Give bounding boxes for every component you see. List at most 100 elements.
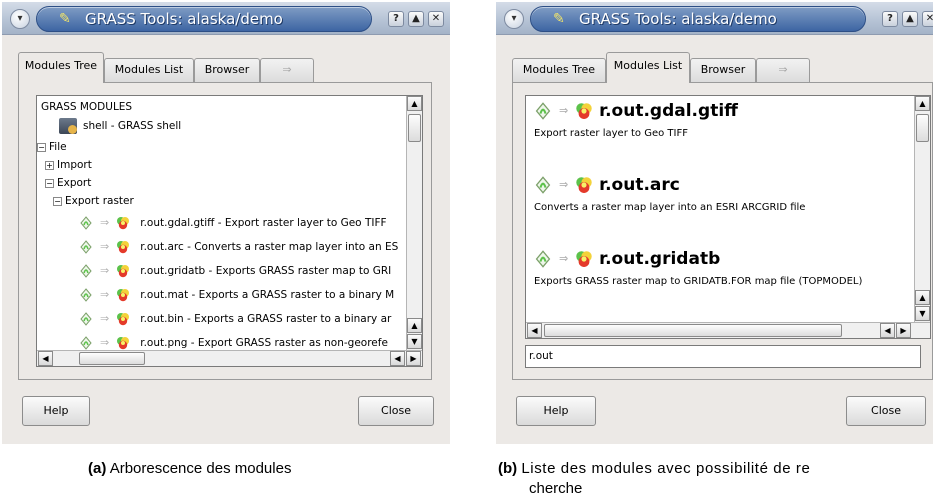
module-description: Exports GRASS raster map to GRIDATB.FOR … [534, 276, 863, 287]
tree-item-export-raster[interactable]: − Export raster [53, 192, 134, 210]
scroll-down-button[interactable]: ▼ [915, 306, 930, 321]
caption-b-continued: cherche [529, 480, 583, 497]
module-name-text: r.out.gdal.gtiff [599, 101, 738, 121]
tree-module-item[interactable]: ⇒ r.out.gridatb - Exports GRASS raster ma… [79, 262, 391, 280]
modules-list-pane: ⇒ r.out.gdal.gtiff Export raster layer to… [512, 82, 933, 380]
module-description: Export raster layer to Geo TIFF [534, 128, 688, 139]
title-pill: ✎ GRASS Tools: alaska/demo [36, 6, 372, 32]
scroll-down-button[interactable]: ▼ [407, 334, 422, 349]
caption-label: (a) [88, 460, 107, 477]
modules-tree-pane: GRASS MODULES shell - GRASS shell − File … [18, 82, 432, 380]
module-list-entry[interactable]: ⇒ r.out.gdal.gtiff Export raster layer to… [534, 98, 894, 158]
scroll-thumb[interactable] [544, 324, 842, 337]
tree-module-item[interactable]: ⇒ r.out.arc - Converts a raster map layer… [79, 238, 398, 256]
horizontal-scrollbar[interactable]: ◀ ◀ ▶ [37, 350, 422, 366]
caption-label: (b) [498, 460, 518, 477]
tree-module-label: r.out.gridatb - Exports GRASS raster map… [140, 265, 392, 277]
scroll-thumb[interactable] [916, 114, 929, 142]
horizontal-scrollbar[interactable]: ◀ ◀ ▶ [526, 322, 930, 338]
tab-browser[interactable]: Browser [194, 58, 260, 82]
module-list-entry[interactable]: ⇒ r.out.arc Converts a raster map layer i… [534, 172, 894, 232]
scroll-left-button-right[interactable]: ◀ [880, 323, 895, 338]
tree-module-label: r.out.arc - Converts a raster map layer … [140, 241, 399, 253]
window-menu-button[interactable]: ▾ [10, 9, 30, 29]
help-titlebar-button[interactable]: ? [388, 11, 404, 27]
grass-module-icon [79, 336, 93, 350]
arrow-icon: ⇒ [100, 288, 110, 301]
caption-a: (a) Arborescence des modules [88, 460, 291, 477]
caption-text: Arborescence des modules [109, 460, 292, 477]
raster-icon [116, 289, 130, 302]
modules-list[interactable]: ⇒ r.out.gdal.gtiff Export raster layer to… [525, 95, 931, 339]
tab-modules-list[interactable]: Modules List [606, 52, 690, 83]
caption-b: (b) Liste des modules avec possibilité d… [498, 460, 933, 477]
close-window-button[interactable]: ✕ [428, 11, 444, 27]
help-titlebar-button[interactable]: ? [882, 11, 898, 27]
tree-item-shell[interactable]: shell - GRASS shell [59, 117, 181, 135]
scroll-right-button[interactable]: ▶ [896, 323, 911, 338]
arrow-icon: ⇒ [100, 312, 110, 325]
raster-icon [116, 265, 130, 278]
arrow-icon: ⇒ [100, 264, 110, 277]
help-button[interactable]: Help [516, 396, 596, 426]
grass-module-icon [79, 240, 93, 254]
tab-browser[interactable]: Browser [690, 58, 756, 82]
vertical-scrollbar[interactable]: ▲ ▲ ▼ [406, 96, 422, 350]
window-title: GRASS Tools: alaska/demo [85, 10, 283, 28]
raster-icon [575, 101, 593, 121]
tab-arrow[interactable]: ⇒ [260, 58, 314, 82]
maximize-button[interactable]: ▲ [408, 11, 424, 27]
vertical-scrollbar[interactable]: ▲ ▲ ▼ [914, 96, 930, 322]
window-menu-button[interactable]: ▾ [504, 9, 524, 29]
tree-item-import[interactable]: + Import [45, 156, 92, 174]
scroll-up-button[interactable]: ▲ [915, 96, 930, 111]
arrow-icon: ⇒ [559, 252, 569, 265]
collapse-icon[interactable]: − [53, 196, 62, 206]
scroll-left-button[interactable]: ◀ [527, 323, 542, 338]
expand-icon[interactable]: + [45, 160, 54, 170]
tab-arrow[interactable]: ⇒ [756, 58, 810, 82]
help-button[interactable]: Help [22, 396, 90, 426]
tree-item-label: shell - GRASS shell [83, 120, 182, 132]
grass-module-icon [534, 175, 552, 195]
scroll-left-button[interactable]: ◀ [38, 351, 53, 366]
collapse-icon[interactable]: − [37, 142, 46, 152]
tree-module-item[interactable]: ⇒ r.out.gdal.gtiff - Export raster layer … [79, 214, 387, 232]
module-name: ⇒ r.out.arc [534, 172, 680, 198]
tree-root: GRASS MODULES [41, 101, 133, 113]
arrow-icon: ⇒ [100, 240, 110, 253]
raster-icon [116, 313, 130, 326]
arrow-icon: ⇒ [559, 104, 569, 117]
scroll-up-button-lower[interactable]: ▲ [407, 318, 422, 333]
close-button[interactable]: Close [358, 396, 434, 426]
tab-modules-tree[interactable]: Modules Tree [512, 58, 606, 82]
scroll-left-button-right[interactable]: ◀ [390, 351, 405, 366]
close-window-button[interactable]: ✕ [922, 11, 933, 27]
scroll-up-button[interactable]: ▲ [407, 96, 422, 111]
tree-module-item[interactable]: ⇒ r.out.bin - Exports a GRASS raster to a… [79, 310, 391, 328]
scroll-up-button-lower[interactable]: ▲ [915, 290, 930, 305]
tree-item-label: Export [57, 177, 92, 189]
tree-item-file[interactable]: − File [37, 138, 67, 156]
module-filter-input[interactable]: r.out [525, 345, 921, 368]
raster-icon [575, 249, 593, 269]
close-button[interactable]: Close [846, 396, 926, 426]
tab-modules-list[interactable]: Modules List [104, 58, 194, 82]
grass-module-icon [79, 288, 93, 302]
tree-item-label: File [49, 141, 67, 153]
scroll-right-button[interactable]: ▶ [406, 351, 421, 366]
grass-module-icon [534, 101, 552, 121]
tree-module-label: r.out.png - Export GRASS raster as non-g… [140, 337, 388, 349]
scroll-thumb[interactable] [408, 114, 421, 142]
collapse-icon[interactable]: − [45, 178, 54, 188]
tree-item-label: Import [57, 159, 92, 171]
scroll-thumb[interactable] [79, 352, 145, 365]
raster-icon [116, 217, 130, 230]
tree-module-item[interactable]: ⇒ r.out.mat - Exports a GRASS raster to a… [79, 286, 394, 304]
window-title: GRASS Tools: alaska/demo [579, 10, 777, 28]
tab-modules-tree[interactable]: Modules Tree [18, 52, 104, 83]
module-list-entry[interactable]: ⇒ r.out.gridatb Exports GRASS raster map … [534, 246, 894, 306]
tree-item-export[interactable]: − Export [45, 174, 91, 192]
modules-tree[interactable]: GRASS MODULES shell - GRASS shell − File … [36, 95, 423, 367]
maximize-button[interactable]: ▲ [902, 11, 918, 27]
